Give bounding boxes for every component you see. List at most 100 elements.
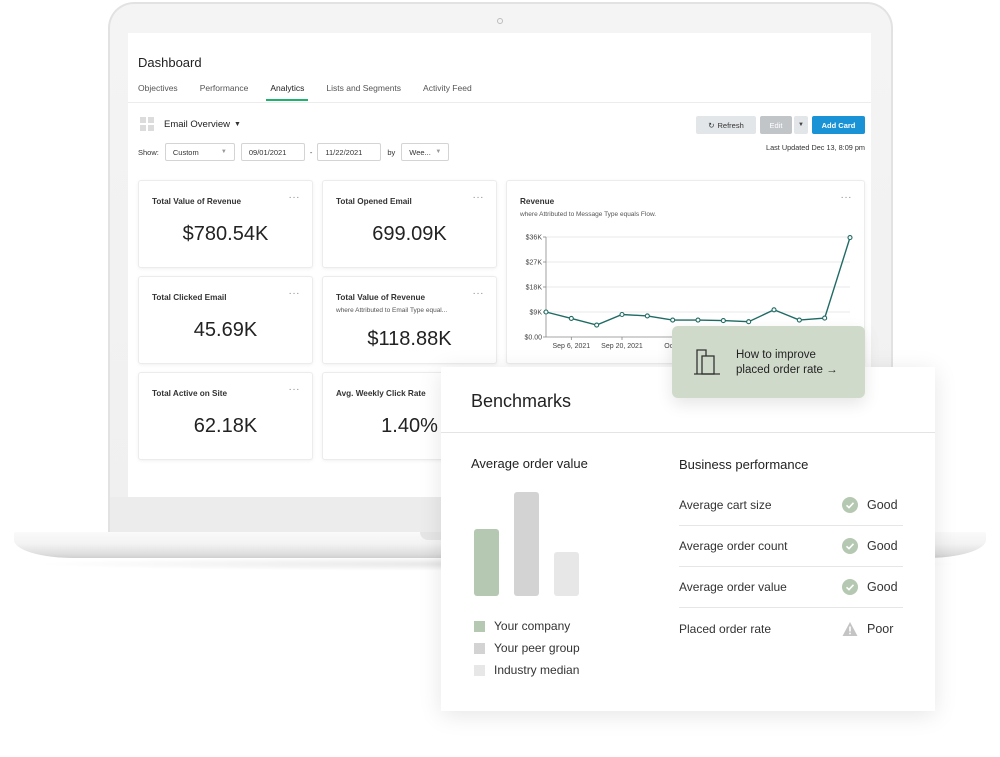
- status-badge: Good: [842, 538, 898, 554]
- data-point: [746, 319, 752, 325]
- refresh-button[interactable]: ↻ Refresh: [696, 116, 756, 134]
- data-point: [619, 311, 625, 318]
- more-options-icon[interactable]: ···: [473, 192, 485, 203]
- card-title: Total Value of Revenue: [336, 293, 426, 302]
- show-label: Show:: [138, 147, 159, 157]
- end-date-input[interactable]: 11/22/2021: [317, 143, 382, 161]
- tab-bar: Objectives Performance Analytics Lists a…: [138, 83, 494, 101]
- improve-line-2: placed order rate →: [736, 364, 838, 376]
- add-card-button[interactable]: Add Card: [812, 116, 865, 134]
- x-tick-label: Sep 20, 2021: [601, 343, 643, 350]
- status-badge: Poor: [842, 621, 893, 637]
- by-label: by: [387, 147, 396, 157]
- interval-select-value: Wee...: [409, 147, 431, 157]
- bp-row: Average order count Good: [679, 526, 903, 567]
- filter-row: Show: Custom ▼ 09/01/2021 - 11/22/2021 b…: [138, 143, 450, 161]
- data-point: [670, 317, 676, 323]
- benchmarks-divider: [441, 432, 935, 433]
- improve-link-text[interactable]: How to improve placed order rate →: [736, 348, 838, 378]
- data-point: [822, 315, 828, 321]
- tab-performance[interactable]: Performance: [200, 83, 249, 101]
- bp-label: Placed order rate: [679, 621, 772, 636]
- tab-analytics[interactable]: Analytics: [266, 83, 309, 101]
- check-circle-icon: [842, 579, 858, 595]
- show-select[interactable]: Custom ▼: [164, 143, 235, 161]
- bp-row: Placed order rate Poor: [679, 608, 903, 649]
- data-point: [644, 313, 650, 319]
- metric-card[interactable]: Total Active on Site ··· 62.18K: [138, 372, 313, 460]
- date-separator: -: [309, 147, 313, 157]
- legend-swatch: [474, 664, 485, 676]
- more-options-icon[interactable]: ···: [289, 384, 301, 395]
- caret-down-icon: ▼: [234, 120, 241, 128]
- status-text: Good: [867, 498, 898, 512]
- benchmarks-title: Benchmarks: [471, 391, 572, 411]
- start-date-value: 09/01/2021: [248, 147, 287, 157]
- data-point: [594, 322, 600, 328]
- tabs-divider: [128, 102, 871, 103]
- bp-label: Average order count: [679, 539, 788, 553]
- x-tick-label: Sep 6, 2021: [552, 343, 590, 350]
- status-badge: Good: [842, 579, 898, 595]
- card-value: 699.09K: [372, 223, 447, 245]
- start-date-input[interactable]: 09/01/2021: [240, 143, 305, 161]
- card-title: Avg. Weekly Click Rate: [336, 389, 426, 398]
- more-options-icon[interactable]: ···: [289, 288, 301, 299]
- legend-item-your-company: Your company: [474, 619, 570, 633]
- edit-button[interactable]: Edit: [760, 116, 792, 134]
- benchmarks-panel: Benchmarks Average order value Your comp…: [441, 367, 935, 711]
- aov-bar: [554, 552, 579, 596]
- metric-card[interactable]: Total Clicked Email ··· 45.69K: [138, 276, 313, 364]
- dashboard-grid-icon: [140, 117, 154, 131]
- bp-label: Average cart size: [679, 498, 772, 512]
- metric-card[interactable]: Total Opened Email ··· 699.09K: [322, 180, 497, 268]
- y-tick-label: $0.00: [524, 335, 542, 342]
- refresh-icon: ↻: [708, 120, 715, 130]
- more-options-icon[interactable]: ···: [473, 288, 485, 299]
- building-icon: [694, 349, 720, 375]
- tab-objectives[interactable]: Objectives: [138, 83, 178, 101]
- chevron-down-icon: ▼: [435, 149, 442, 155]
- metric-card[interactable]: Total Value of Revenue ··· $780.54K: [138, 180, 313, 268]
- overview-label: Email Overview: [164, 118, 230, 130]
- tab-activity-feed[interactable]: Activity Feed: [423, 83, 472, 101]
- bp-row: Average cart size Good: [679, 485, 903, 526]
- improve-placed-order-rate-card[interactable]: How to improve placed order rate →: [672, 326, 865, 398]
- status-badge: Good: [842, 497, 898, 513]
- status-text: Good: [867, 580, 898, 594]
- business-performance-title: Business performance: [679, 457, 809, 472]
- tab-lists-and-segments[interactable]: Lists and Segments: [326, 83, 401, 101]
- card-title: Total Clicked Email: [152, 293, 227, 302]
- data-point: [771, 307, 777, 313]
- card-title: Total Active on Site: [152, 389, 228, 398]
- edit-dropdown-button[interactable]: ▼: [794, 116, 808, 134]
- caret-down-icon: ▼: [798, 122, 804, 128]
- overview-selector[interactable]: Email Overview ▼: [140, 117, 241, 131]
- status-text: Good: [867, 539, 898, 553]
- card-value: 45.69K: [193, 319, 258, 341]
- y-tick-label: $36K: [526, 235, 543, 242]
- y-tick-label: $18K: [526, 285, 543, 292]
- y-tick-label: $9K: [530, 310, 543, 317]
- card-value: $780.54K: [182, 223, 269, 245]
- check-circle-icon: [842, 497, 858, 513]
- legend-item-peer-group: Your peer group: [474, 641, 580, 655]
- legend-label: Your company: [494, 619, 571, 633]
- data-point: [796, 317, 802, 323]
- end-date-value: 11/22/2021: [325, 147, 363, 157]
- legend-swatch: [474, 642, 485, 654]
- card-title: Total Value of Revenue: [152, 197, 242, 206]
- more-options-icon[interactable]: ···: [289, 192, 301, 203]
- interval-select[interactable]: Wee... ▼: [401, 143, 450, 161]
- data-point: [720, 318, 726, 324]
- last-updated: Last Updated Dec 13, 8:09 pm: [766, 143, 865, 152]
- data-point: [543, 309, 549, 315]
- chevron-down-icon: ▼: [220, 149, 227, 155]
- card-subtitle: where Attributed to Email Type equal...: [336, 307, 448, 314]
- metric-card[interactable]: Total Value of Revenue where Attributed …: [322, 276, 497, 364]
- bp-row: Average order value Good: [679, 567, 903, 608]
- bp-label: Average order value: [679, 580, 787, 594]
- legend-label: Industry median: [494, 663, 580, 677]
- show-select-value: Custom: [172, 147, 199, 157]
- data-point: [568, 315, 574, 321]
